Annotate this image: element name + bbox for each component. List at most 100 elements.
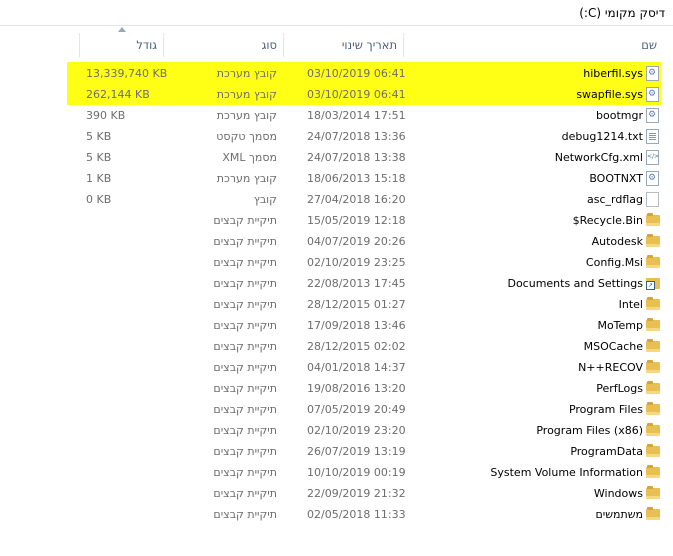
file-name: MSOCache <box>583 340 643 353</box>
file-name: Program Files (x86) <box>536 424 643 437</box>
window-title: דיסק מקומי (C:) <box>579 6 665 20</box>
file-row[interactable]: Program Files (x86) 02/10/2019 23:20 תיקיי… <box>0 420 673 441</box>
file-name: N++RECOV <box>578 361 643 374</box>
xml-file-icon <box>646 150 659 165</box>
file-row[interactable]: Intel 28/12/2015 01:27 תיקיית קבצים <box>0 294 673 315</box>
folder-icon <box>646 360 660 373</box>
system-file-icon <box>646 171 659 186</box>
file-row[interactable]: MSOCache 28/12/2015 02:02 תיקיית קבצים <box>0 336 673 357</box>
file-row[interactable]: Documents and Settings 22/08/2013 17:45 תי… <box>0 273 673 294</box>
file-date: 18/06/2013 15:18 <box>307 172 406 185</box>
file-type: קובץ <box>253 193 277 206</box>
folder-icon <box>646 381 660 394</box>
file-date: 10/10/2019 00:19 <box>307 466 406 479</box>
column-resize-handle[interactable] <box>283 33 284 57</box>
folder-icon <box>646 507 660 520</box>
file-row[interactable]: ProgramData 26/07/2019 13:19 תיקיית קבצים <box>0 441 673 462</box>
file-type: תיקיית קבצים <box>213 277 277 290</box>
column-header-date[interactable]: תאריך שינוי <box>342 33 397 57</box>
file-row[interactable]: bootmgr 18/03/2014 17:51 קובץ מערכת 390 KB <box>0 105 673 126</box>
file-row[interactable]: Config.Msi 02/10/2019 23:25 תיקיית קבצים <box>0 252 673 273</box>
file-date: 22/09/2019 21:32 <box>307 487 406 500</box>
file-type: תיקיית קבצים <box>213 445 277 458</box>
file-row[interactable]: hiberfil.sys 03/10/2019 06:41 קובץ מערכת 13… <box>0 62 673 84</box>
folder-shortcut-icon <box>646 278 660 290</box>
column-resize-handle[interactable] <box>403 33 404 57</box>
file-row[interactable]: swapfile.sys 03/10/2019 06:41 קובץ מערכת 26… <box>0 83 673 105</box>
file-date: 03/10/2019 06:41 <box>307 67 406 80</box>
folder-icon <box>646 339 660 352</box>
file-name: PerfLogs <box>596 382 643 395</box>
column-resize-handle[interactable] <box>79 33 80 57</box>
file-name: Documents and Settings <box>507 277 643 290</box>
folder-icon <box>646 213 660 226</box>
file-type: תיקיית קבצים <box>213 403 277 416</box>
folder-icon <box>646 234 660 247</box>
file-type: קובץ מערכת <box>216 88 277 101</box>
file-name: NetworkCfg.xml <box>554 151 643 164</box>
file-row[interactable]: asc_rdflag 27/04/2018 16:20 קובץ 0 KB <box>0 189 673 210</box>
file-type: תיקיית קבצים <box>213 361 277 374</box>
file-date: 24/07/2018 13:38 <box>307 151 406 164</box>
folder-icon <box>646 318 660 331</box>
file-row[interactable]: Windows 22/09/2019 21:32 תיקיית קבצים <box>0 483 673 504</box>
file-size: 390 KB <box>86 109 126 122</box>
file-name: swapfile.sys <box>576 88 643 101</box>
text-file-icon <box>646 129 659 144</box>
blank-file-icon <box>646 192 659 207</box>
column-header-row: שם תאריך שינוי סוג גודל <box>0 27 673 59</box>
file-date: 17/09/2018 13:46 <box>307 319 406 332</box>
file-row[interactable]: Autodesk 04/07/2019 20:26 תיקיית קבצים <box>0 231 673 252</box>
file-row[interactable]: $Recycle.Bin 15/05/2019 12:18 תיקיית קבצים <box>0 210 673 231</box>
folder-icon <box>646 423 660 436</box>
column-resize-handle[interactable] <box>163 33 164 57</box>
file-name: משתמשים <box>595 508 643 521</box>
file-date: 24/07/2018 13:36 <box>307 130 406 143</box>
column-header-name[interactable]: שם <box>641 33 657 57</box>
file-row[interactable]: debug1214.txt 24/07/2018 13:36 מסמך טקסט 5 … <box>0 126 673 147</box>
folder-icon <box>646 486 660 499</box>
file-date: 03/10/2019 06:41 <box>307 88 406 101</box>
file-name: BOOTNXT <box>589 172 643 185</box>
file-date: 28/12/2015 01:27 <box>307 298 406 311</box>
file-name: Autodesk <box>591 235 643 248</box>
file-date: 28/12/2015 02:02 <box>307 340 406 353</box>
file-date: 22/08/2013 17:45 <box>307 277 406 290</box>
file-row[interactable]: BOOTNXT 18/06/2013 15:18 קובץ מערכת 1 KB <box>0 168 673 189</box>
file-date: 26/07/2019 13:19 <box>307 445 406 458</box>
folder-icon <box>646 465 660 478</box>
folder-icon <box>646 297 660 310</box>
file-type: תיקיית קבצים <box>213 235 277 248</box>
file-row[interactable]: PerfLogs 19/08/2016 13:20 תיקיית קבצים <box>0 378 673 399</box>
file-date: 04/01/2018 14:37 <box>307 361 406 374</box>
file-date: 19/08/2016 13:20 <box>307 382 406 395</box>
file-size: 5 KB <box>86 130 112 143</box>
file-type: תיקיית קבצים <box>213 466 277 479</box>
file-row[interactable]: System Volume Information 10/10/2019 00:1… <box>0 462 673 483</box>
file-row[interactable]: Program Files 07/05/2019 20:49 תיקיית קבצי… <box>0 399 673 420</box>
folder-icon <box>646 255 660 268</box>
file-name: Config.Msi <box>585 256 643 269</box>
file-row[interactable]: NetworkCfg.xml 24/07/2018 13:38 מסמך XML 5 … <box>0 147 673 168</box>
column-header-type[interactable]: סוג <box>262 33 277 57</box>
file-size: 13,339,740 KB <box>86 67 168 80</box>
column-header-size[interactable]: גודל <box>136 33 157 57</box>
file-size: 0 KB <box>86 193 112 206</box>
file-row[interactable]: MoTemp 17/09/2018 13:46 תיקיית קבצים <box>0 315 673 336</box>
file-date: 04/07/2019 20:26 <box>307 235 406 248</box>
file-type: תיקיית קבצים <box>213 487 277 500</box>
file-row[interactable]: משתמשים 02/05/2018 11:33 תיקיית קבצים <box>0 504 673 525</box>
file-type: תיקיית קבצים <box>213 424 277 437</box>
folder-icon <box>646 444 660 457</box>
file-type: תיקיית קבצים <box>213 319 277 332</box>
file-name: Intel <box>618 298 643 311</box>
file-date: 15/05/2019 12:18 <box>307 214 406 227</box>
file-type: מסמך טקסט <box>216 130 277 143</box>
system-file-icon <box>646 87 659 102</box>
file-row[interactable]: N++RECOV 04/01/2018 14:37 תיקיית קבצים <box>0 357 673 378</box>
file-name: $Recycle.Bin <box>572 214 643 227</box>
file-name: bootmgr <box>596 109 643 122</box>
file-size: 5 KB <box>86 151 112 164</box>
file-size: 1 KB <box>86 172 112 185</box>
file-date: 02/10/2019 23:20 <box>307 424 406 437</box>
